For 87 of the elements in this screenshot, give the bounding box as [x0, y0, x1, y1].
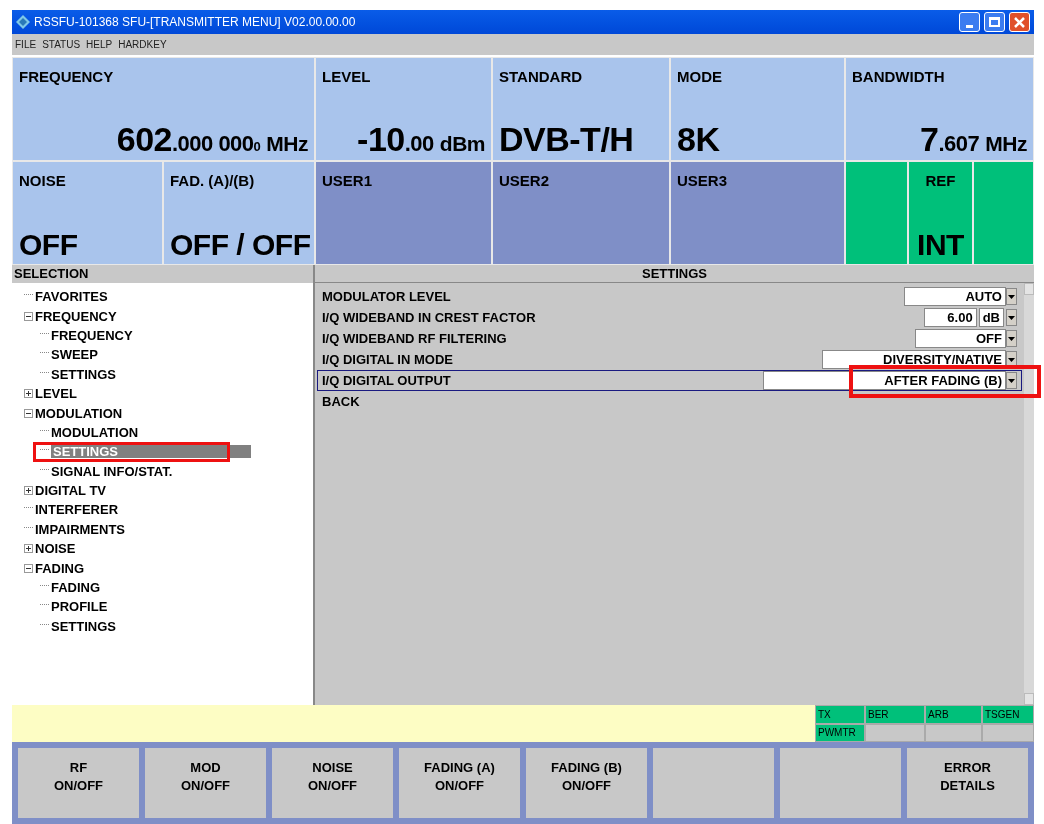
parameter-panel[interactable]: STANDARD DVB-T/H [492, 57, 670, 161]
tree-item[interactable]: SWEEP [51, 348, 98, 362]
softkey-button[interactable]: FADING (B) ON/OFF [526, 748, 647, 818]
dropdown-field[interactable]: AUTO [904, 287, 1006, 306]
panel-value: INT [917, 230, 964, 260]
dropdown-caret-icon[interactable] [1006, 309, 1017, 326]
setting-label: I/Q DIGITAL OUTPUT [322, 371, 451, 390]
dropdown-field[interactable]: AFTER FADING (B) [763, 371, 1006, 390]
panel-label: STANDARD [499, 67, 584, 87]
expand-icon[interactable] [24, 486, 33, 496]
tree-item[interactable]: FADING [35, 561, 85, 575]
panel-label: REF [925, 171, 956, 191]
tree-item[interactable]: SETTINGS [51, 619, 116, 633]
dropdown-field[interactable]: OFF [915, 329, 1006, 348]
panel-label: USER2 [499, 171, 551, 191]
minimize-button[interactable] [959, 12, 980, 32]
status-indicator: ARB [925, 705, 982, 724]
panel-value: -10.00 dBm [356, 122, 485, 156]
softkey-button[interactable]: NOISE ON/OFF [272, 748, 393, 818]
dropdown-caret-icon[interactable] [1006, 372, 1017, 389]
panel-value: OFF [19, 230, 79, 260]
panel-label: USER1 [322, 171, 374, 191]
tree-item[interactable]: INTERFERER [35, 503, 119, 517]
setting-label: I/Q DIGITAL IN MODE [322, 350, 453, 369]
app-icon [16, 15, 30, 29]
collapse-icon[interactable] [24, 311, 33, 321]
parameter-panel[interactable]: BANDWIDTH 7.607 MHz [845, 57, 1034, 161]
parameter-panel[interactable]: MODE 8K [670, 57, 845, 161]
menu-item[interactable]: HARDKEY [118, 37, 167, 52]
back-link[interactable]: BACK [322, 391, 360, 412]
panel-value: 7.607 MHz [919, 122, 1027, 156]
number-field[interactable]: 6.00 [924, 308, 977, 327]
tree-item[interactable]: SIGNAL INFO/STAT. [51, 464, 173, 478]
status-indicator: BER [865, 705, 925, 724]
unit-dropdown[interactable]: dB [978, 308, 1004, 327]
tree-item[interactable]: MODULATION [35, 406, 123, 420]
dropdown-caret-icon[interactable] [1006, 351, 1017, 368]
close-icon [1014, 16, 1025, 28]
dropdown-caret-icon[interactable] [1006, 330, 1017, 347]
softkey-button[interactable]: FADING (A) ON/OFF [399, 748, 520, 818]
tree-item[interactable]: NOISE [35, 542, 76, 556]
expand-icon[interactable] [24, 544, 33, 554]
menu-item[interactable]: HELP [86, 37, 113, 52]
menu-item[interactable]: STATUS [42, 37, 81, 52]
panel-header: SELECTION [12, 265, 313, 283]
tree-item[interactable]: MODULATION [51, 425, 139, 439]
softkey-button[interactable]: RF ON/OFF [18, 748, 139, 818]
panel-value: OFF / OFF [170, 230, 308, 260]
setting-label: I/Q WIDEBAND RF FILTERING [322, 329, 507, 348]
panel-label: USER3 [677, 171, 729, 191]
tree-item[interactable]: PROFILE [51, 600, 108, 614]
collapse-icon[interactable] [24, 408, 33, 418]
tree-item[interactable]: FADING [51, 581, 101, 595]
panel-value: DVB-T/H [499, 122, 635, 156]
collapse-icon[interactable] [24, 563, 33, 573]
tree-item[interactable]: LEVEL [35, 387, 77, 401]
panel-label: LEVEL [322, 67, 372, 87]
tree-item[interactable]: FREQUENCY [35, 309, 117, 323]
tree-item[interactable]: SETTINGS [51, 367, 116, 381]
tree-item[interactable]: FREQUENCY [51, 328, 133, 342]
tree-item[interactable]: DIGITAL TV [35, 484, 107, 498]
window-title: RSSFU-101368 SFU-[TRANSMITTER MENU] V02.00.00.00 [34, 14, 357, 31]
panel-label: FAD. (A)/(B) [170, 171, 256, 191]
parameter-panel[interactable]: FREQUENCY 602.000 0000 MHz [12, 57, 315, 161]
tree-item[interactable]: FAVORITES [35, 290, 108, 304]
softkey-button[interactable]: MOD ON/OFF [145, 748, 266, 818]
status-indicator: TX [815, 705, 865, 724]
scrollbar[interactable] [1024, 283, 1034, 705]
panel-label: FREQUENCY [19, 67, 115, 87]
panel-label: MODE [677, 67, 723, 87]
close-button[interactable] [1009, 12, 1030, 32]
panel-header: SETTINGS [315, 265, 1034, 283]
setting-label: I/Q WIDEBAND IN CREST FACTOR [322, 308, 536, 327]
panel-value: 602.000 0000 MHz [115, 122, 308, 156]
parameter-panel[interactable]: LEVEL -10.00 dBm [315, 57, 492, 161]
panel-label: BANDWIDTH [852, 67, 946, 87]
tree-item[interactable]: SETTINGS [51, 445, 251, 459]
panel-label: NOISE [19, 171, 67, 191]
expand-icon[interactable] [24, 389, 33, 399]
setting-label: MODULATOR LEVEL [322, 287, 451, 306]
menu-item[interactable]: FILE [15, 37, 37, 52]
maximize-button[interactable] [984, 12, 1005, 32]
tree-item[interactable]: IMPAIRMENTS [35, 522, 126, 536]
panel-value: 8K [677, 122, 721, 156]
status-indicator: TSGEN [982, 705, 1034, 724]
dropdown-caret-icon[interactable] [1006, 288, 1017, 305]
softkey-button[interactable]: ERROR DETAILS [907, 748, 1028, 818]
